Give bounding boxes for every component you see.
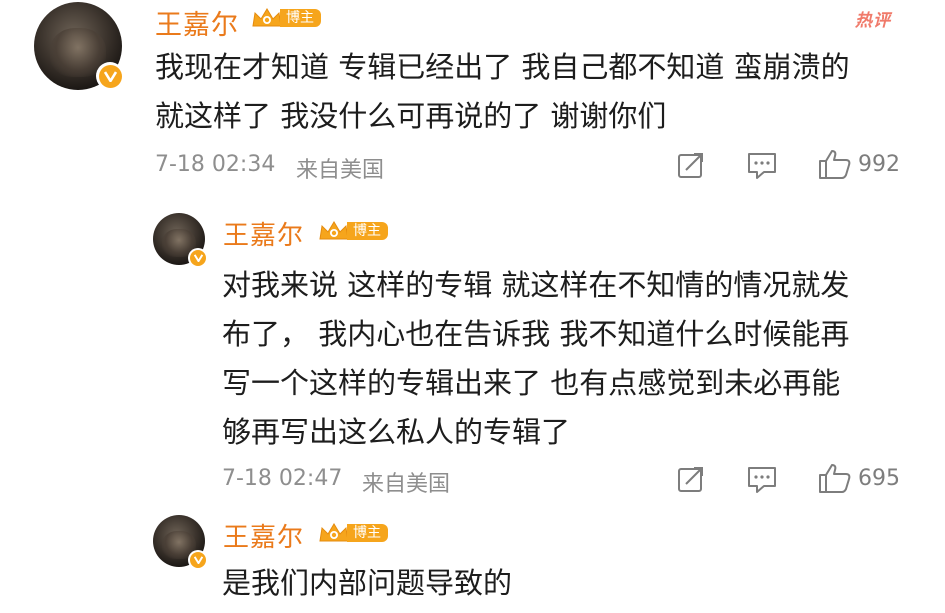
source: 来自美国 bbox=[362, 472, 451, 497]
share-button[interactable] bbox=[676, 464, 706, 494]
like-count: 695 bbox=[858, 465, 900, 491]
share-button[interactable] bbox=[676, 150, 706, 180]
comment-text-line: 够再写出这么私人的专辑了 bbox=[222, 415, 571, 449]
badge-label: 博主 bbox=[280, 9, 321, 27]
timestamp: 7-18 02:47 bbox=[222, 466, 343, 491]
username[interactable]: 王嘉尔 bbox=[223, 517, 304, 554]
like-icon bbox=[819, 150, 851, 179]
blogger-badge: 博主 bbox=[317, 521, 388, 545]
username[interactable]: 王嘉尔 bbox=[155, 3, 239, 42]
timestamp: 7-18 02:34 bbox=[155, 152, 276, 177]
blogger-badge: 博主 bbox=[250, 6, 321, 30]
like-button[interactable]: 992 bbox=[818, 148, 900, 180]
comment-button[interactable] bbox=[746, 150, 778, 180]
like-icon bbox=[819, 464, 851, 493]
comment-text-line: 写一个这样的专辑出来了 也有点感觉到未必再能 bbox=[222, 366, 841, 400]
crown-icon bbox=[319, 523, 349, 542]
share-icon bbox=[678, 153, 703, 178]
badge-label: 博主 bbox=[347, 524, 388, 542]
comment-text-line: 布了， 我内心也在告诉我 我不知道什么时候能再 bbox=[222, 317, 850, 351]
verified-badge-icon bbox=[188, 550, 208, 570]
verified-badge-icon bbox=[188, 248, 208, 268]
blogger-badge: 博主 bbox=[317, 219, 388, 243]
comment-button[interactable] bbox=[746, 464, 778, 494]
comment-text-line: 对我来说 这样的专辑 就这样在不知情的情况就发 bbox=[222, 268, 850, 302]
comment-text-line: 就这样了 我没什么可再说的了 谢谢你们 bbox=[155, 99, 667, 133]
crown-icon bbox=[252, 8, 282, 27]
badge-label: 博主 bbox=[347, 222, 388, 240]
comment-text-line: 我现在才知道 专辑已经出了 我自己都不知道 蛮崩溃的 bbox=[155, 50, 850, 84]
like-button[interactable]: 695 bbox=[818, 462, 900, 494]
share-icon bbox=[678, 467, 703, 492]
verified-badge-icon bbox=[96, 62, 124, 90]
comment-icon bbox=[748, 467, 776, 493]
hot-comment-label: 热评 bbox=[855, 11, 891, 31]
comment-2: 王嘉尔 博主 对我来说 这样的专辑 就这样在不知情的情况就发 布了， 我内心也在… bbox=[0, 200, 945, 500]
comment-icon bbox=[748, 153, 776, 179]
comment-3: 王嘉尔 博主 是我们内部问题导致的 bbox=[0, 500, 945, 613]
username[interactable]: 王嘉尔 bbox=[223, 215, 304, 252]
like-count: 992 bbox=[858, 151, 900, 177]
comment-1: 王嘉尔 博主 热评 我现在才知道 专辑已经出了 我自己都不知道 蛮崩溃的 就这样… bbox=[0, 0, 945, 200]
source: 来自美国 bbox=[296, 158, 385, 183]
comment-text-line: 是我们内部问题导致的 bbox=[222, 566, 513, 600]
crown-icon bbox=[319, 221, 349, 240]
